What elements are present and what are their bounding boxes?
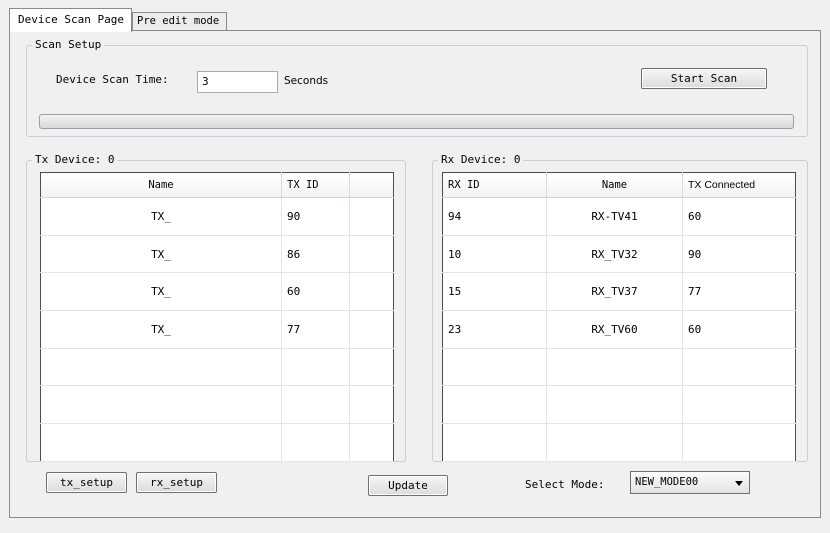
- select-mode-label: Select Mode:: [525, 478, 605, 491]
- tx-device-table: Name TX ID TX_ 90 TX_ 86 TX_ 60 TX_ 77: [40, 172, 394, 462]
- table-row[interactable]: 94 RX-TV41 60: [442, 197, 796, 236]
- table-row[interactable]: [442, 385, 796, 425]
- column-header[interactable]: TX ID: [281, 172, 350, 198]
- table-row[interactable]: [442, 348, 796, 387]
- table-row[interactable]: [442, 423, 796, 462]
- table-cell: [349, 272, 394, 312]
- table-row[interactable]: 10 RX_TV32 90: [442, 235, 796, 274]
- table-cell: [349, 310, 394, 349]
- table-cell: 60: [281, 272, 350, 312]
- update-button[interactable]: Update: [368, 475, 448, 496]
- table-cell: 94: [442, 197, 547, 236]
- table-cell: 90: [281, 197, 350, 236]
- tx-device-title: Tx Device: 0: [32, 153, 118, 166]
- table-row[interactable]: [40, 348, 394, 387]
- table-cell: [281, 348, 350, 387]
- start-scan-button[interactable]: Start Scan: [641, 68, 767, 89]
- rx-setup-button[interactable]: rx_setup: [136, 472, 217, 493]
- scan-time-unit: Seconds: [284, 75, 329, 87]
- table-cell: [442, 385, 547, 425]
- column-header[interactable]: Name: [546, 172, 683, 198]
- table-cell: [40, 423, 282, 462]
- table-row[interactable]: [40, 423, 394, 462]
- table-cell: 60: [682, 197, 796, 236]
- table-cell: 77: [682, 272, 796, 312]
- scan-time-label: Device Scan Time:: [56, 73, 169, 86]
- select-mode-dropdown[interactable]: NEW_MODE00: [630, 471, 750, 494]
- table-cell: TX_: [40, 310, 282, 349]
- table-cell: [442, 423, 547, 462]
- table-cell: [349, 348, 394, 387]
- table-cell: 23: [442, 310, 547, 349]
- column-header[interactable]: Name: [40, 172, 282, 198]
- table-cell: [682, 348, 796, 387]
- table-cell: [349, 235, 394, 274]
- tx-device-group: Tx Device: 0 Name TX ID TX_ 90 TX_ 86 TX_ 60 TX…: [26, 153, 406, 462]
- chevron-down-icon[interactable]: [735, 481, 743, 486]
- table-cell: [546, 385, 683, 425]
- table-cell: [546, 348, 683, 387]
- scan-setup-title: Scan Setup: [32, 38, 105, 51]
- table-cell: RX_TV37: [546, 272, 683, 312]
- table-cell: [349, 385, 394, 425]
- table-row[interactable]: TX_ 60: [40, 272, 394, 312]
- table-cell: TX_: [40, 197, 282, 236]
- table-cell: [281, 385, 350, 425]
- rx-device-title: Rx Device: 0: [438, 153, 524, 166]
- table-cell: 10: [442, 235, 547, 274]
- tab-pre-edit-mode[interactable]: Pre edit mode: [132, 12, 227, 31]
- tab-panel: Scan Setup Device Scan Time: 3 Seconds S…: [9, 30, 821, 518]
- table-cell: 60: [682, 310, 796, 349]
- table-cell: [281, 423, 350, 462]
- column-header[interactable]: [349, 172, 394, 198]
- table-cell: TX_: [40, 235, 282, 274]
- table-cell: [40, 348, 282, 387]
- scan-progress-bar: [39, 114, 794, 129]
- table-cell: 77: [281, 310, 350, 349]
- table-row[interactable]: 15 RX_TV37 77: [442, 272, 796, 312]
- tx-setup-button[interactable]: tx_setup: [46, 472, 127, 493]
- table-cell: [546, 423, 683, 462]
- table-cell: [682, 423, 796, 462]
- table-cell: [442, 348, 547, 387]
- column-header[interactable]: RX ID: [442, 172, 547, 198]
- table-header-row: RX ID Name TX Connected: [442, 172, 796, 198]
- tab-device-scan-page[interactable]: Device Scan Page: [9, 8, 132, 32]
- scan-time-input[interactable]: 3: [197, 71, 278, 93]
- table-cell: 90: [682, 235, 796, 274]
- table-cell: TX_: [40, 272, 282, 312]
- table-cell: [349, 423, 394, 462]
- table-row[interactable]: 23 RX_TV60 60: [442, 310, 796, 349]
- table-cell: [349, 197, 394, 236]
- table-cell: RX_TV60: [546, 310, 683, 349]
- table-row[interactable]: TX_ 90: [40, 197, 394, 236]
- table-cell: RX-TV41: [546, 197, 683, 236]
- rx-device-table: RX ID Name TX Connected 94 RX-TV41 60 10 RX_TV…: [442, 172, 796, 462]
- column-header[interactable]: TX Connected: [682, 172, 796, 198]
- scan-setup-group: Scan Setup Device Scan Time: 3 Seconds S…: [26, 38, 808, 137]
- table-row[interactable]: TX_ 77: [40, 310, 394, 349]
- table-cell: 86: [281, 235, 350, 274]
- table-cell: [40, 385, 282, 425]
- table-row[interactable]: TX_ 86: [40, 235, 394, 274]
- table-header-row: Name TX ID: [40, 172, 394, 198]
- table-row[interactable]: [40, 385, 394, 425]
- table-cell: 15: [442, 272, 547, 312]
- table-cell: [682, 385, 796, 425]
- rx-device-group: Rx Device: 0 RX ID Name TX Connected 94 RX-…: [432, 153, 808, 462]
- table-cell: RX_TV32: [546, 235, 683, 274]
- select-mode-value: NEW_MODE00: [635, 476, 699, 488]
